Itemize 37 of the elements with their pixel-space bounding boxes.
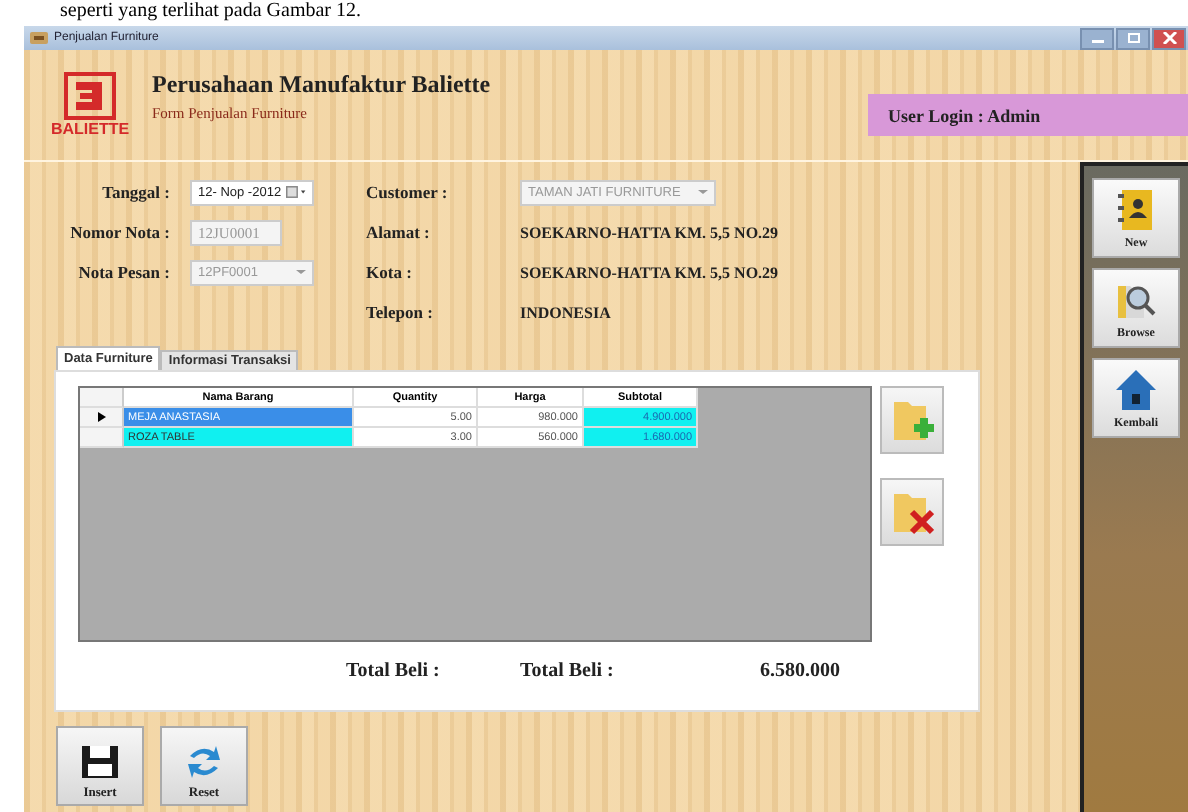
logo-icon — [64, 72, 116, 120]
field-label: Kota : — [364, 262, 414, 282]
grid-corner-cell — [80, 388, 124, 408]
dropdown-arrow-icon — [698, 188, 708, 196]
current-row-icon — [97, 412, 105, 422]
maximize-button[interactable] — [1116, 27, 1150, 49]
field-label: Nomor Nota : — [68, 222, 172, 242]
total-label: Total Beli : — [346, 660, 440, 682]
folder-cross-icon — [890, 488, 934, 536]
delete-button[interactable] — [880, 478, 944, 546]
company-name: Perusahaan Manufaktur Baliette — [152, 69, 491, 99]
refresh-arrows-icon — [184, 744, 224, 780]
field-label: Customer : — [364, 182, 450, 202]
field-label: Alamat : — [364, 222, 432, 242]
address-book-icon — [1116, 187, 1156, 231]
user-login-banner: User Login : Admin — [868, 94, 1188, 136]
field-label: Telepon : — [364, 302, 435, 322]
calendar-icon — [285, 184, 306, 200]
field-value: INDONESIA — [520, 303, 613, 321]
close-button[interactable] — [1152, 27, 1186, 49]
field-value: SOEKARNO-HATTA KM. 5,5 NO.29 — [520, 263, 781, 281]
minimize-button[interactable] — [1080, 27, 1114, 49]
document-caption: seperti yang terlihat pada Gambar 12. — [60, 0, 361, 24]
close-icon — [1161, 32, 1177, 44]
logo: BALIETTE — [52, 72, 128, 138]
restore-icon — [1125, 32, 1141, 44]
folder-plus-icon — [890, 396, 934, 444]
add-button[interactable] — [880, 386, 944, 454]
total-value: 6.580.000 — [760, 660, 840, 682]
dropdown-arrow-icon — [296, 268, 306, 276]
total-label: Total Beli : — [520, 660, 614, 682]
field-label: Tanggal : — [100, 182, 172, 202]
row-header[interactable] — [80, 408, 124, 428]
home-icon — [1114, 367, 1158, 411]
field-value: SOEKARNO-HATTA KM. 5,5 NO.29 — [520, 223, 781, 241]
app-icon — [30, 30, 48, 46]
field-label: Nota Pesan : — [76, 262, 172, 282]
